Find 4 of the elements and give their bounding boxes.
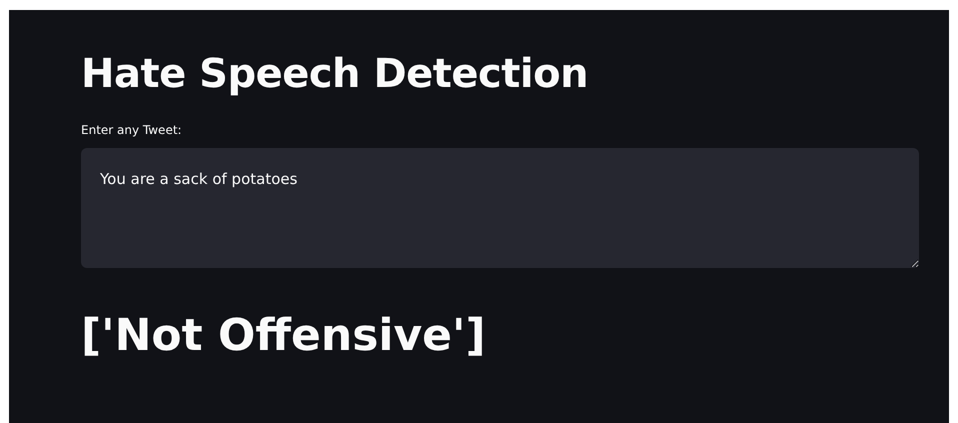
- result-text: ['Not Offensive']: [81, 309, 486, 363]
- page-title: Hate Speech Detection: [81, 50, 588, 99]
- tweet-input-field[interactable]: You are a sack of potatoes: [81, 148, 919, 268]
- field-label: Enter any Tweet:: [81, 122, 182, 138]
